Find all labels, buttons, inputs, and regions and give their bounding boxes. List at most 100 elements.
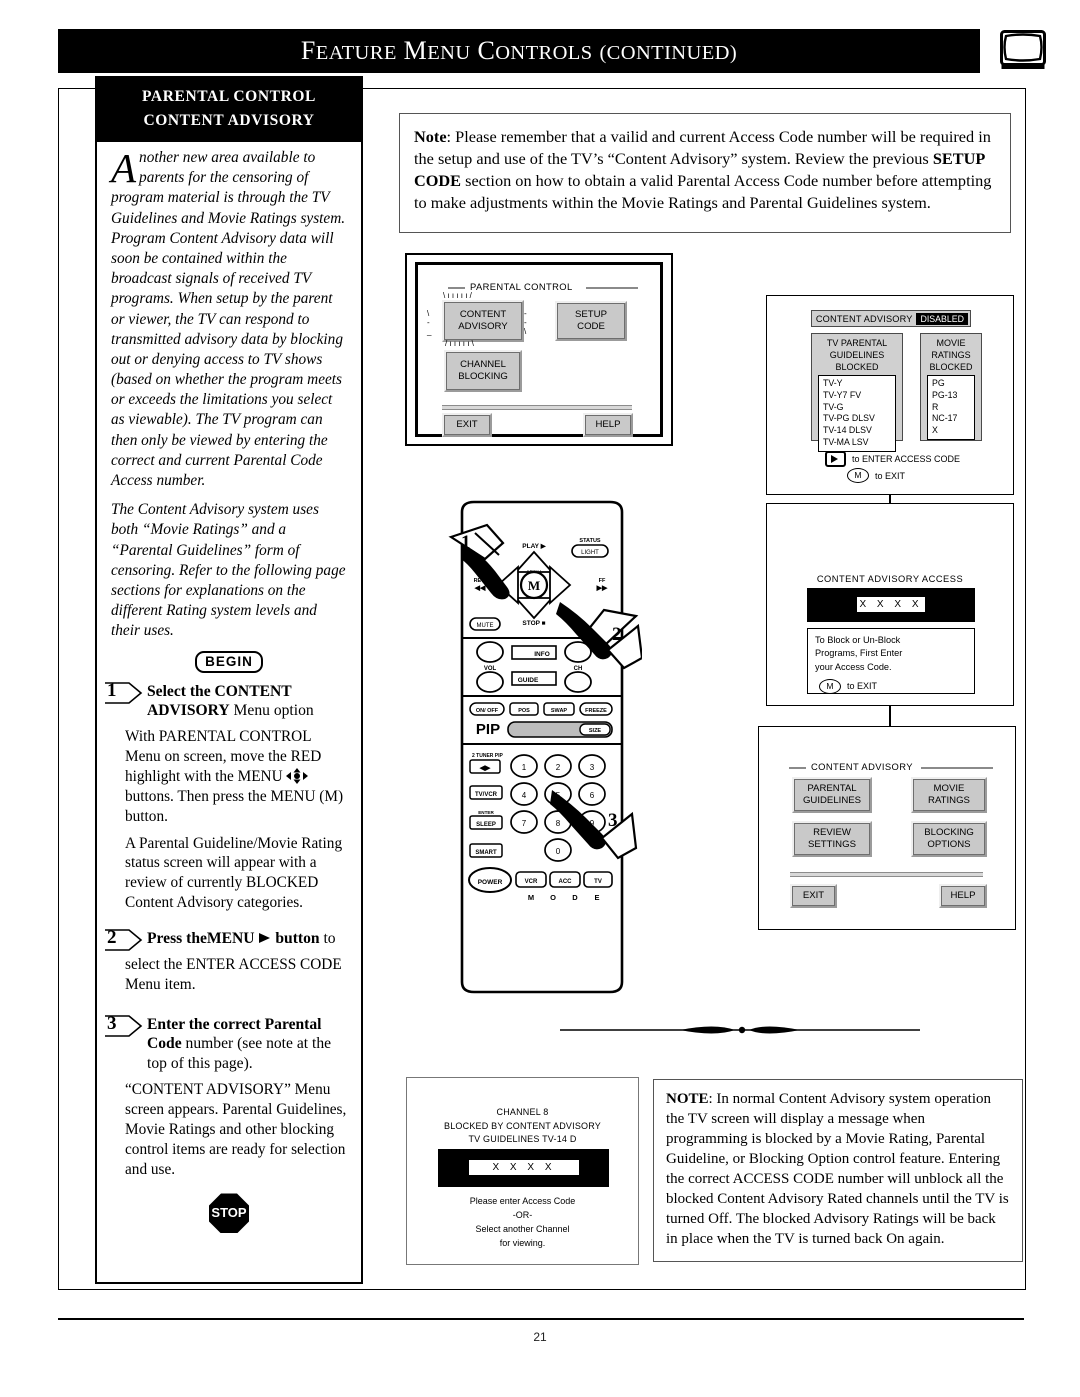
tv-screen-parental-control: PARENTAL CONTROL \ ı ı ı ı ı / CONTENT A… [405,253,673,446]
svg-text:▶▶: ▶▶ [596,585,608,592]
menu-button-help[interactable]: HELP [939,884,987,908]
page-title: FEATURE MENU CONTROLS (CONTINUED) [300,36,738,65]
svg-text:2: 2 [556,763,561,772]
list-item: TV-MA LSV [823,436,869,447]
mr-head-1: MOVIE [936,338,966,348]
step-1-body-1: With PARENTAL CONTROL Menu on screen, mo… [125,728,344,825]
highlight-starburst-right: - - \ [524,309,527,336]
tvg-head-3: BLOCKED [835,362,879,373]
list-item: PG-13 [932,390,958,401]
svg-text:D: D [572,893,578,902]
list-item: TV-Y [823,378,843,389]
step-1-number: 1 [107,679,117,701]
access-hint-exit: M to EXIT [819,679,971,695]
svg-text:POS: POS [518,708,530,714]
left-column-heading: PARENTAL CONTROL CONTENT ADVISORY [97,78,361,142]
svg-text:ENTER: ENTER [478,810,494,815]
note-bottom-text: NOTE: In normal Content Advisory system … [666,1091,1009,1247]
mr-head-2: RATINGS [931,350,971,361]
svg-text:TV/VCR: TV/VCR [475,792,498,798]
list-item: TV-PG DLSV [823,413,875,424]
list-item: TV-Y7 FV [823,390,862,401]
panel-content-advisory-menu: CONTENT ADVISORY PARENTAL GUIDELINES MOV… [758,726,1016,930]
blocked-reason: BLOCKED BY CONTENT ADVISORY [444,1120,601,1131]
stop-badge: STOP [209,1193,249,1234]
svg-text:1: 1 [522,763,527,772]
step-1: 1 Select the CONTENT ADVISORY Menu optio… [105,680,347,914]
svg-text:SIZE: SIZE [589,728,602,734]
osd-title-content-advisory: CONTENT ADVISORY [789,761,993,773]
tvg-head-2: GUIDELINES [829,350,885,361]
menu-button-exit[interactable]: EXIT [442,413,492,437]
step-3-number-marker: 3 [103,1013,143,1037]
svg-text:2 TUNER PIP: 2 TUNER PIP [472,753,504,759]
svg-text:FF: FF [599,578,606,584]
right-arrow-key-icon [825,451,846,467]
note-top-text: Note: Please remember that a vailid and … [414,127,992,212]
tv-icon [1000,30,1046,69]
list-item: PG [932,378,945,389]
menu-m-key-icon: M [847,468,869,483]
note-top-label: Note [414,127,447,146]
tvg-head-1: TV PARENTAL [826,338,888,348]
hint-exit: M to EXIT [847,468,905,483]
step-2: 2 Press theMENU button to select the ENT… [105,927,347,995]
intro-paragraph-1: Another new area available to parents fo… [111,148,347,491]
menu-button-channel-blocking[interactable]: CHANNEL BLOCKING [444,350,522,392]
callout-number-1: 1 [461,532,471,553]
step-2-title: Press theMENU button to [147,929,347,948]
note-box-bottom: NOTE: In normal Content Advisory system … [653,1079,1023,1262]
begin-badge: BEGIN [195,650,263,673]
highlight-starburst-bottom: / ı ı ı ı ı \ [445,339,474,348]
step-2-body-1: select the ENTER ACCESS CODE Menu item. [125,956,342,994]
svg-text:INFO: INFO [534,651,550,658]
svg-text:POWER: POWER [478,879,503,886]
svg-text:TV: TV [594,879,602,885]
menu-button-review-settings[interactable]: REVIEW SETTINGS [792,821,872,857]
svg-text:VCR: VCR [525,879,538,885]
panel-content-advisory-status: CONTENT ADVISORY DISABLED TV PARENTAL GU… [766,295,1014,495]
hint-enter-access-code: to ENTER ACCESS CODE [825,451,960,467]
svg-text:7: 7 [522,819,527,828]
step-3: 3 Enter the correct Parental Code number… [105,1013,347,1179]
step-3-number: 3 [107,1013,117,1035]
menu-button-setup-code[interactable]: SETUP CODE [555,301,627,341]
osd-title-parental-control: PARENTAL CONTROL [448,281,638,293]
pointing-hand-2 [556,602,642,670]
access-code-value[interactable]: X X X X [857,597,925,612]
list-item: TV-14 DLSV [823,425,872,436]
step-1-body-2: A Parental Guideline/Movie Rating status… [125,834,343,912]
heading-content-advisory: CONTENT ADVISORY [143,112,315,129]
svg-text:PIP: PIP [476,721,500,738]
menu-button-content-advisory[interactable]: CONTENT ADVISORY [442,300,524,342]
menu-button-help[interactable]: HELP [583,413,633,437]
menu-button-movie-ratings[interactable]: MOVIE RATINGS [911,777,987,813]
page-number: 21 [533,1330,547,1344]
blocked-channel: CHANNEL 8 [496,1107,549,1117]
content-advisory-status-header: CONTENT ADVISORY DISABLED [811,310,971,327]
content-advisory-state-badge[interactable]: DISABLED [916,312,968,325]
section-divider-ornament [560,1026,920,1034]
svg-text:STOP ■: STOP ■ [522,620,545,627]
svg-text:GUIDE: GUIDE [518,677,539,684]
menu-button-parental-guidelines[interactable]: PARENTAL GUIDELINES [792,777,872,813]
svg-text:M: M [528,893,534,902]
blocked-code-value[interactable]: X X X X [469,1160,579,1175]
step-1-title-rest: Menu option [229,701,314,719]
menu-button-exit[interactable]: EXIT [790,884,837,908]
svg-text:FREEZE: FREEZE [585,708,607,714]
svg-text:3: 3 [590,763,595,772]
menu-button-blocking-options[interactable]: BLOCKING OPTIONS [911,821,987,857]
step-2-title-rest: to [319,930,336,948]
right-arrow-icon [259,933,271,944]
list-item: R [932,401,939,412]
note-bottom-label: NOTE [666,1091,709,1107]
svg-text:SMART: SMART [475,850,497,856]
blocked-message-lines: CHANNEL 8 BLOCKED BY CONTENT ADVISORY TV… [407,1106,638,1147]
intro-paragraph-2: The Content Advisory system uses both “M… [111,501,346,640]
svg-text:VOL: VOL [484,666,497,672]
step-2-title-bold2: button [275,930,320,948]
svg-text:◀▶: ◀▶ [479,765,491,772]
list-item: X [932,425,938,436]
content-advisory-label: CONTENT ADVISORY [815,313,913,324]
